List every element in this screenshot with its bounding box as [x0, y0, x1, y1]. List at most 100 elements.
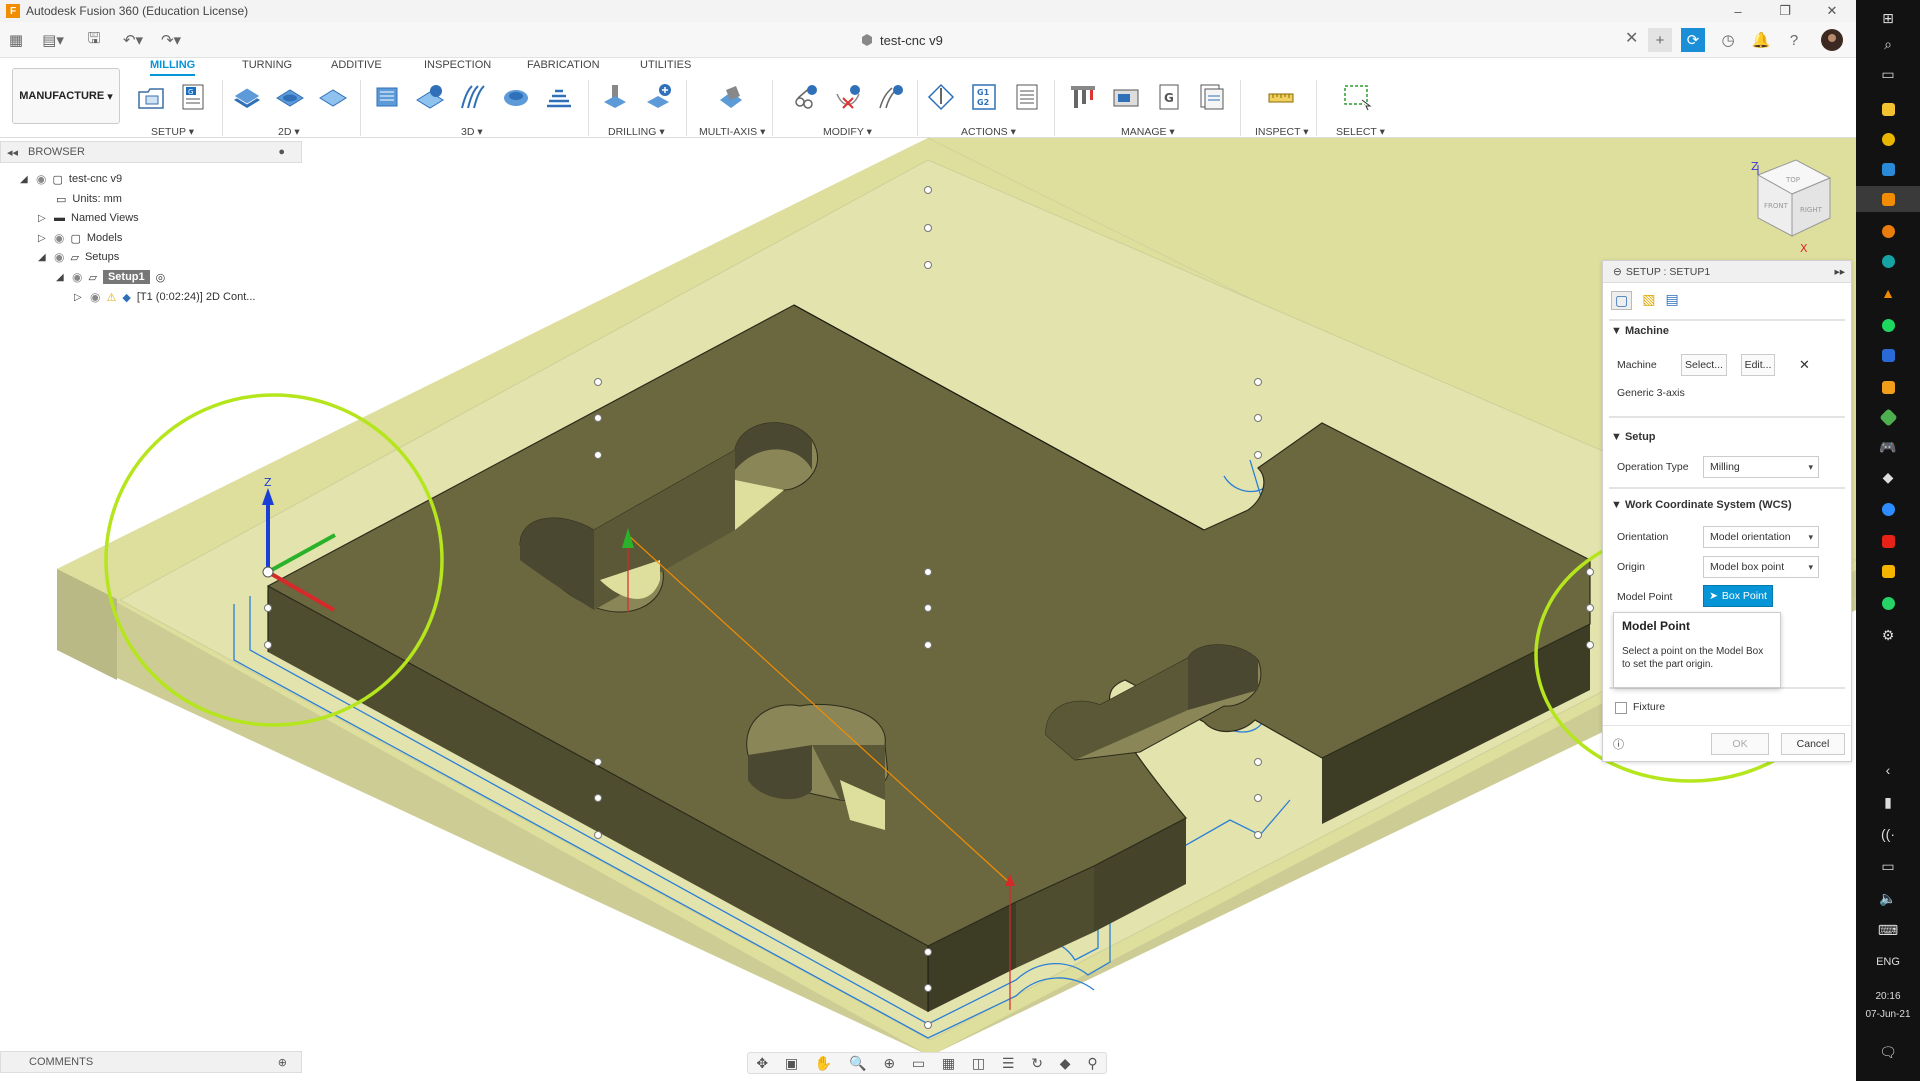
language-indicator[interactable]: ENG: [1856, 950, 1920, 974]
tree-named-views[interactable]: ▷ ▬ Named Views: [38, 208, 139, 228]
settings-icon[interactable]: ⚙: [1856, 622, 1920, 648]
display-settings-icon[interactable]: ▭: [912, 1055, 925, 1072]
group-multi-axis[interactable]: MULTI-AXIS ▾: [699, 126, 765, 138]
zoom-icon[interactable]: 🔍: [849, 1055, 866, 1072]
3d-adaptive-icon[interactable]: [372, 82, 402, 112]
volume-icon[interactable]: 🔈: [1856, 886, 1920, 910]
network-icon[interactable]: ((·: [1856, 822, 1920, 846]
close-window-button[interactable]: ✕: [1812, 0, 1852, 22]
2d-adaptive-icon[interactable]: [232, 82, 262, 112]
user-avatar[interactable]: [1820, 28, 1844, 52]
tab-utilities[interactable]: UTILITIES: [640, 59, 691, 71]
stock-tab-icon[interactable]: ▧: [1642, 291, 1655, 310]
drill-icon[interactable]: [600, 82, 630, 112]
group-setup[interactable]: SETUP ▾: [151, 126, 194, 138]
select-box-icon[interactable]: [1342, 82, 1372, 112]
group-manage[interactable]: MANAGE ▾: [1121, 126, 1175, 138]
show-hidden-icons[interactable]: ‹: [1856, 758, 1920, 782]
trim-toolpath-icon[interactable]: [876, 82, 906, 112]
tree-operation[interactable]: ▷ ◉ ⚠ ◆ [T1 (0:02:24)] 2D Cont...: [74, 287, 255, 307]
close-document-icon[interactable]: ✕: [1625, 28, 1638, 48]
refresh-icon[interactable]: ↻: [1031, 1055, 1043, 1072]
edit-toolpath-icon[interactable]: [790, 82, 820, 112]
eye-icon[interactable]: ◉: [36, 172, 46, 186]
clock-time[interactable]: 20:16: [1856, 988, 1920, 1004]
machine-edit-button[interactable]: Edit...: [1741, 354, 1775, 376]
eye-icon[interactable]: ◉: [72, 270, 82, 284]
tree-setups[interactable]: ◢ ◉ ▱ Setups: [38, 247, 119, 267]
zoom-app-icon[interactable]: [1856, 496, 1920, 522]
tree-setup1[interactable]: ◢ ◉ ▱ Setup1 ◎: [56, 267, 165, 287]
scallop-icon[interactable]: [501, 82, 531, 112]
collapse-icon[interactable]: ◂◂: [7, 146, 18, 159]
cancel-button[interactable]: Cancel: [1781, 733, 1845, 755]
spotify-icon[interactable]: [1856, 312, 1920, 338]
orientation-select[interactable]: Model orientation: [1703, 526, 1819, 548]
eye-icon[interactable]: ◉: [90, 290, 100, 304]
tab-turning[interactable]: TURNING: [242, 59, 292, 71]
browser-options-icon[interactable]: ●: [278, 146, 285, 158]
setup-sheet-action-icon[interactable]: [1012, 82, 1042, 112]
youtube-icon[interactable]: [1856, 528, 1920, 554]
tree-root[interactable]: ◢ ◉ ▢ test-cnc v9: [20, 169, 122, 189]
tab-additive[interactable]: ADDITIVE: [331, 59, 382, 71]
tool-library-icon[interactable]: [1068, 82, 1098, 112]
viewports-icon[interactable]: ◫: [972, 1055, 985, 1072]
setup-section[interactable]: ▼ Setup: [1611, 431, 1656, 443]
orbit-icon[interactable]: ✥: [756, 1055, 768, 1072]
origin-select[interactable]: Model box point: [1703, 556, 1819, 578]
machine-section[interactable]: ▼ Machine: [1611, 325, 1669, 337]
ok-button[interactable]: OK: [1711, 733, 1769, 755]
setup-dialog-header[interactable]: ⊖ SETUP : SETUP1 ▸▸: [1603, 261, 1851, 283]
save-icon[interactable]: 🖫: [84, 28, 104, 52]
extensions-icon[interactable]: ⟳: [1681, 28, 1705, 52]
task-view-icon[interactable]: ▭: [1856, 62, 1920, 86]
simulate-icon[interactable]: [926, 82, 956, 112]
3d-pocket-icon[interactable]: [415, 82, 445, 112]
group-select[interactable]: SELECT ▾: [1336, 126, 1385, 138]
job-status-icon[interactable]: ◷: [1716, 28, 1740, 52]
face-icon[interactable]: [318, 82, 348, 112]
2d-pocket-icon[interactable]: [275, 82, 305, 112]
delete-toolpath-icon[interactable]: [833, 82, 863, 112]
tab-milling[interactable]: MILLING: [150, 59, 196, 76]
minimize-button[interactable]: –: [1718, 0, 1758, 22]
browser-header[interactable]: ◂◂ BROWSER ●: [0, 141, 302, 163]
app-blue2-icon[interactable]: [1856, 342, 1920, 368]
machine-select-button[interactable]: Select...: [1681, 354, 1727, 376]
tab-inspection[interactable]: INSPECTION: [424, 59, 491, 71]
app-blue-icon[interactable]: [1856, 156, 1920, 182]
active-radio-icon[interactable]: ◎: [156, 271, 166, 284]
whatsapp-icon[interactable]: [1856, 590, 1920, 616]
file-menu-icon[interactable]: ▤▾: [38, 28, 68, 52]
file-explorer-icon[interactable]: [1856, 96, 1920, 122]
sublime-icon[interactable]: [1856, 374, 1920, 400]
group-2d[interactable]: 2D ▾: [278, 126, 300, 138]
fit-icon[interactable]: ⊕: [883, 1055, 895, 1072]
notifications-icon[interactable]: 🔔: [1749, 28, 1773, 52]
fixture-checkbox[interactable]: [1615, 702, 1627, 714]
group-modify[interactable]: MODIFY ▾: [823, 126, 872, 138]
gamepad-icon[interactable]: 🎮: [1856, 434, 1920, 460]
new-tab-icon[interactable]: +: [1648, 28, 1672, 52]
group-3d[interactable]: 3D ▾: [461, 126, 483, 138]
usb-icon[interactable]: ▮: [1856, 790, 1920, 814]
new-setup-icon[interactable]: [136, 82, 166, 112]
setup-sheet-icon[interactable]: G: [178, 82, 208, 112]
tree-models[interactable]: ▷ ◉ ▢ Models: [38, 228, 122, 248]
tree-units[interactable]: ▭ Units: mm: [56, 189, 122, 209]
eye-icon[interactable]: ◉: [54, 250, 64, 264]
template-library-icon[interactable]: [1197, 82, 1227, 112]
keyboard-icon[interactable]: ⌨: [1856, 918, 1920, 942]
app-green-icon[interactable]: [1856, 404, 1920, 430]
comments-panel[interactable]: COMMENTS ⊕: [0, 1051, 302, 1073]
document-tab[interactable]: test-cnc v9: [860, 28, 943, 52]
look-at-icon[interactable]: ▣: [785, 1055, 798, 1072]
vlc-icon[interactable]: ▲: [1856, 280, 1920, 306]
blender-icon[interactable]: [1856, 218, 1920, 244]
measure-icon[interactable]: [1266, 82, 1296, 112]
post-tab-icon[interactable]: ▤: [1665, 291, 1678, 310]
help-icon[interactable]: ?: [1782, 28, 1806, 52]
chrome-icon[interactable]: [1856, 126, 1920, 152]
notes-icon[interactable]: [1856, 558, 1920, 584]
